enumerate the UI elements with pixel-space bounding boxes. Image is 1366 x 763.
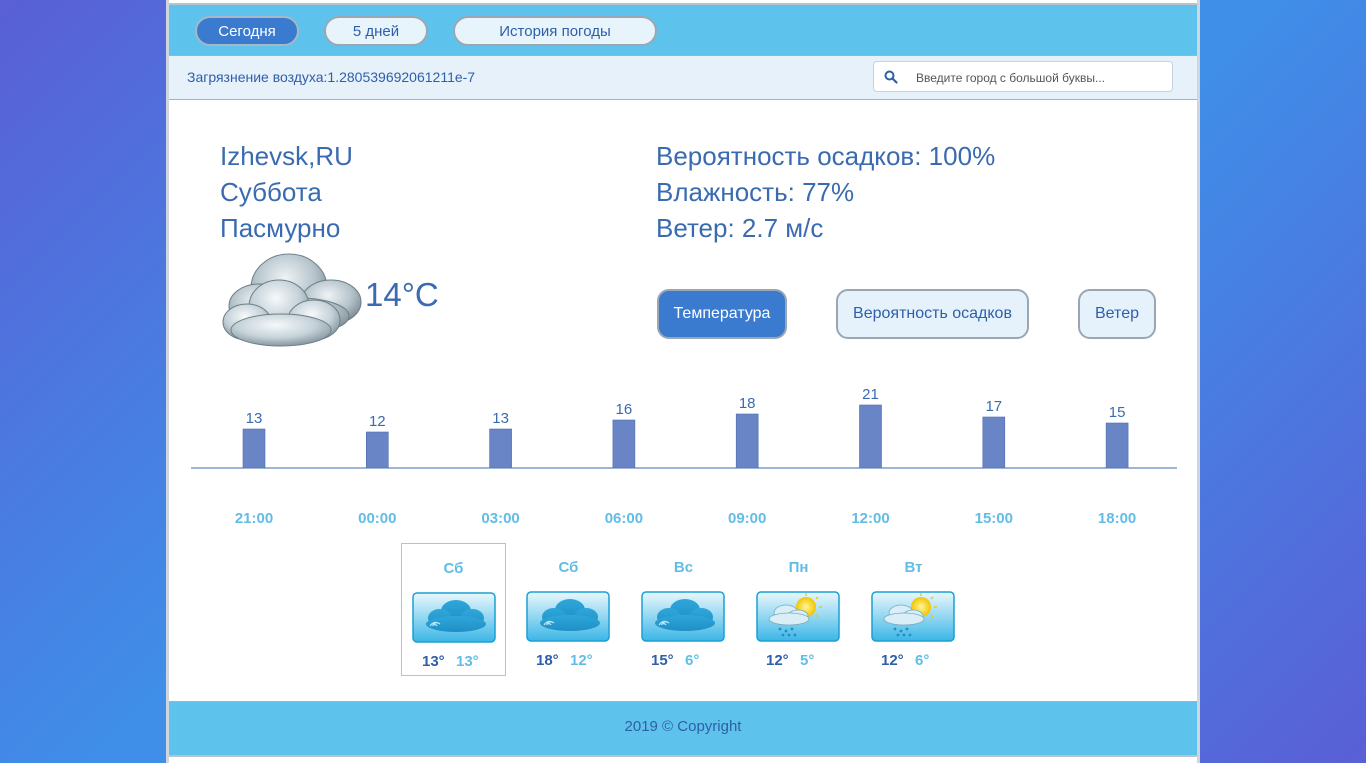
cloudy-icon bbox=[526, 591, 610, 642]
chart-bar bbox=[859, 404, 882, 469]
chart-data-label: 17 bbox=[985, 398, 1002, 415]
app-frame: Сегодня 5 дней История погоды Загрязнени… bbox=[166, 0, 1200, 763]
tab-5-days[interactable]: 5 дней bbox=[324, 16, 428, 46]
forecast-day-name: Вт bbox=[904, 559, 923, 576]
chart-tick-label: 00:00 bbox=[358, 510, 396, 527]
top-nav: Сегодня 5 дней История погоды bbox=[169, 3, 1197, 56]
chart-data-label: 18 bbox=[739, 395, 756, 412]
chart-precipitation-button[interactable]: Вероятность осадков bbox=[836, 289, 1029, 339]
precipitation-probability: Вероятность осадков: 100% bbox=[656, 141, 996, 171]
chart-tick-label: 06:00 bbox=[605, 510, 643, 527]
chart-data-label: 16 bbox=[616, 401, 633, 418]
forecast-low: 6° bbox=[915, 652, 930, 669]
tab-today[interactable]: Сегодня bbox=[195, 16, 299, 46]
search-icon bbox=[884, 70, 898, 84]
forecast-high: 13° bbox=[422, 653, 445, 670]
city-name: Izhevsk,RU bbox=[220, 141, 353, 171]
chart-data-label: 21 bbox=[862, 386, 879, 403]
cloudy-icon bbox=[222, 253, 362, 347]
chart-tick-label: 03:00 bbox=[481, 510, 519, 527]
forecast-day-name: Сб bbox=[443, 560, 464, 577]
chart-tick-label: 09:00 bbox=[728, 510, 766, 527]
chart-tick-label: 18:00 bbox=[1098, 510, 1136, 527]
forecast-low: 12° bbox=[570, 652, 593, 669]
wind-speed: Ветер: 2.7 м/с bbox=[656, 213, 824, 243]
info-bar: Загрязнение воздуха:1.280539692061211e-7 bbox=[169, 56, 1197, 100]
chart-wind-button[interactable]: Ветер bbox=[1078, 289, 1156, 339]
chart-tick-label: 15:00 bbox=[975, 510, 1013, 527]
weekday: Суббота bbox=[220, 177, 322, 207]
forecast-high: 12° bbox=[766, 652, 789, 669]
forecast-day[interactable]: Сб 13° 13° bbox=[401, 543, 506, 676]
humidity: Влажность: 77% bbox=[656, 177, 855, 207]
cloudy-icon bbox=[412, 592, 496, 643]
search-input[interactable] bbox=[914, 67, 1168, 89]
temperature-chart: 13 21:00 12 00:00 13 03:00 16 06:00 18 09:00 21 12:… bbox=[191, 386, 1177, 527]
air-pollution-text: Загрязнение воздуха:1.280539692061211e-7 bbox=[187, 69, 476, 85]
cloudy-icon bbox=[641, 591, 725, 642]
forecast-low: 6° bbox=[685, 652, 700, 669]
chart-data-label: 15 bbox=[1109, 404, 1126, 421]
forecast-high: 18° bbox=[536, 652, 559, 669]
footer: 2019 © Copyright bbox=[169, 701, 1197, 757]
forecast-high: 15° bbox=[651, 652, 674, 669]
condition: Пасмурно bbox=[220, 213, 341, 243]
sun-rain-icon bbox=[756, 591, 840, 642]
forecast-day[interactable]: Пн 12° 5° bbox=[746, 543, 851, 676]
forecast-low: 5° bbox=[800, 652, 815, 669]
chart-bar bbox=[982, 416, 1006, 469]
chart-temperature-button[interactable]: Температура bbox=[657, 289, 787, 339]
chart-bar bbox=[489, 428, 512, 469]
chart-data-label: 13 bbox=[246, 410, 263, 427]
chart-bar bbox=[735, 413, 759, 469]
search-box[interactable] bbox=[873, 61, 1173, 92]
forecast-day[interactable]: Сб 18° 12° bbox=[516, 543, 621, 676]
chart-tick-label: 21:00 bbox=[235, 510, 273, 527]
chart-data-label: 12 bbox=[369, 413, 386, 430]
chart-bar bbox=[366, 431, 389, 469]
chart-data-label: 13 bbox=[492, 410, 509, 427]
chart-bar bbox=[612, 419, 636, 469]
forecast-day-name: Вс bbox=[673, 559, 694, 576]
forecast-high: 12° bbox=[881, 652, 904, 669]
copyright-text: 2019 © Copyright bbox=[624, 718, 742, 735]
chart-bar bbox=[1105, 422, 1129, 469]
forecast-low: 13° bbox=[456, 653, 479, 670]
forecast-day[interactable]: Вт 12° 6° bbox=[861, 543, 966, 676]
tab-weather-history[interactable]: История погоды bbox=[453, 16, 657, 46]
sun-rain-icon bbox=[871, 591, 955, 642]
chart-bar bbox=[242, 428, 266, 469]
forecast-day-name: Сб bbox=[558, 559, 579, 576]
forecast-day[interactable]: Вс 15° 6° bbox=[631, 543, 736, 676]
forecast-day-name: Пн bbox=[788, 559, 809, 576]
chart-tick-label: 12:00 bbox=[851, 510, 889, 527]
current-temperature: 14°C bbox=[365, 276, 439, 313]
